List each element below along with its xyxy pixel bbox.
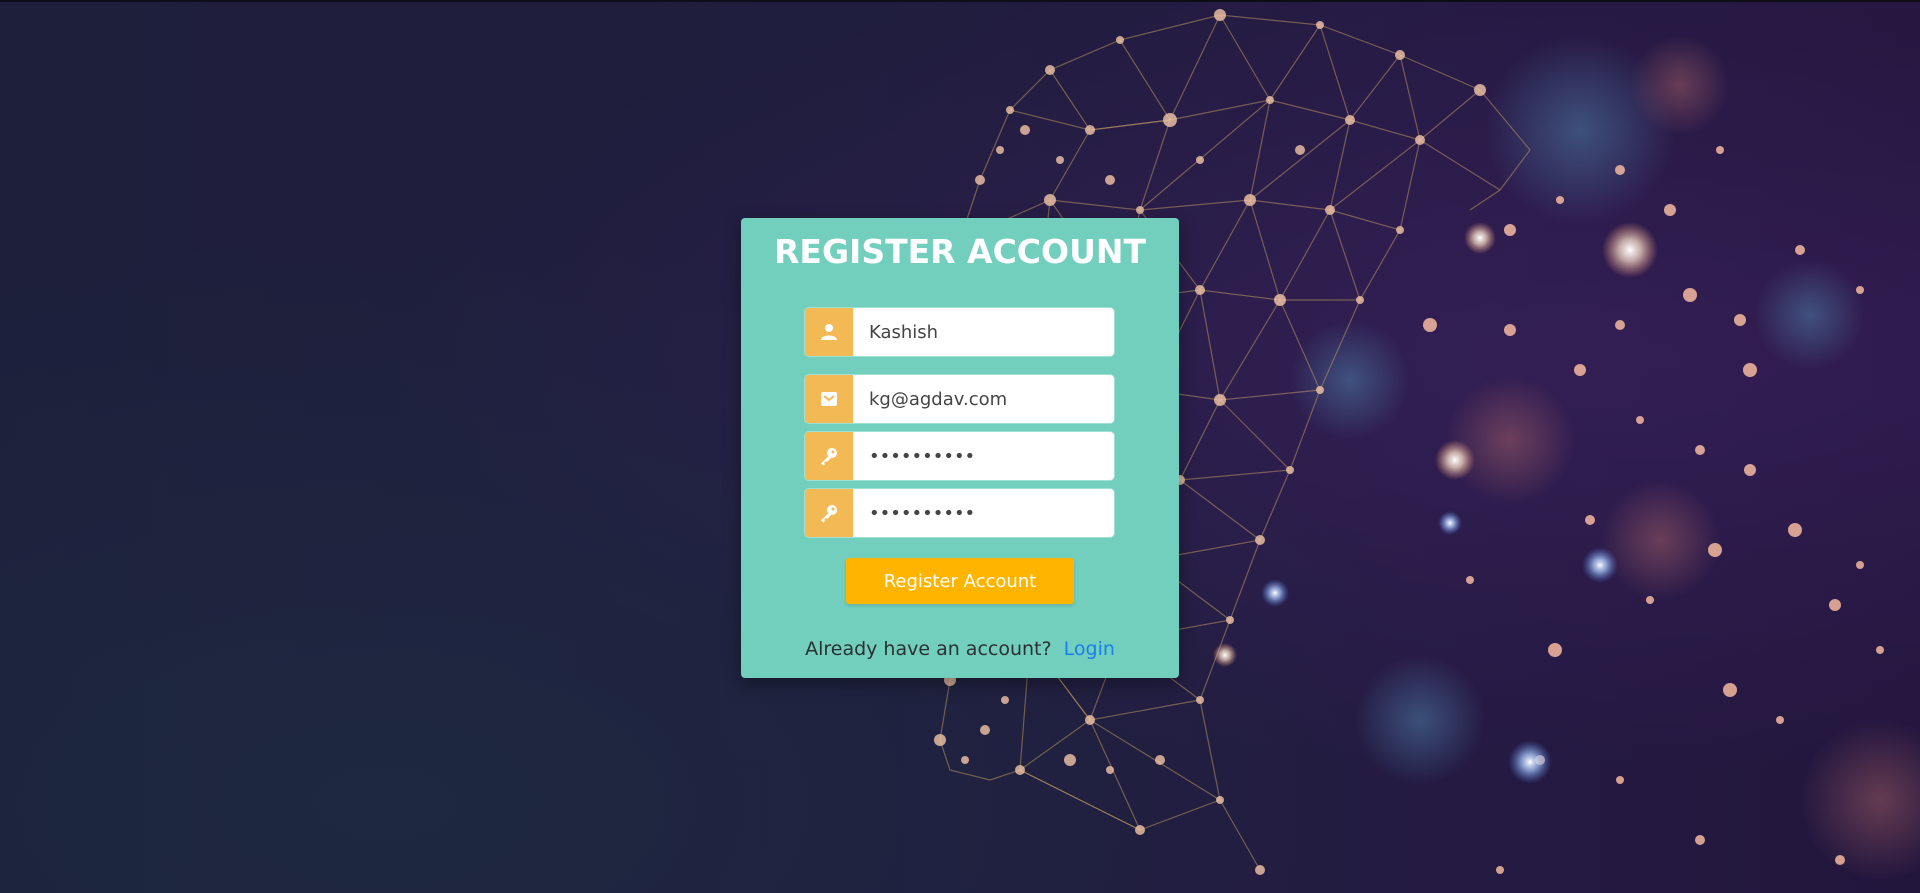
confirm-password-field-group — [805, 489, 1114, 537]
login-link[interactable]: Login — [1064, 638, 1115, 660]
user-icon — [805, 308, 853, 356]
register-title: REGISTER ACCOUNT — [774, 232, 1146, 271]
login-prompt-text: Already have an account? — [805, 638, 1052, 660]
password-field-group — [805, 432, 1114, 480]
password-input[interactable] — [853, 432, 1114, 480]
name-input[interactable] — [853, 308, 1114, 356]
login-prompt: Already have an account? Login — [741, 638, 1179, 660]
envelope-icon — [805, 375, 853, 423]
email-field-group — [805, 375, 1114, 423]
confirm-password-input[interactable] — [853, 489, 1114, 537]
register-card: REGISTER ACCOUNT Register Account Alread… — [741, 218, 1179, 678]
name-field-group — [805, 308, 1114, 356]
register-account-button[interactable]: Register Account — [846, 558, 1074, 604]
top-border — [0, 0, 1920, 2]
email-input[interactable] — [853, 375, 1114, 423]
key-icon — [805, 489, 853, 537]
key-icon — [805, 432, 853, 480]
